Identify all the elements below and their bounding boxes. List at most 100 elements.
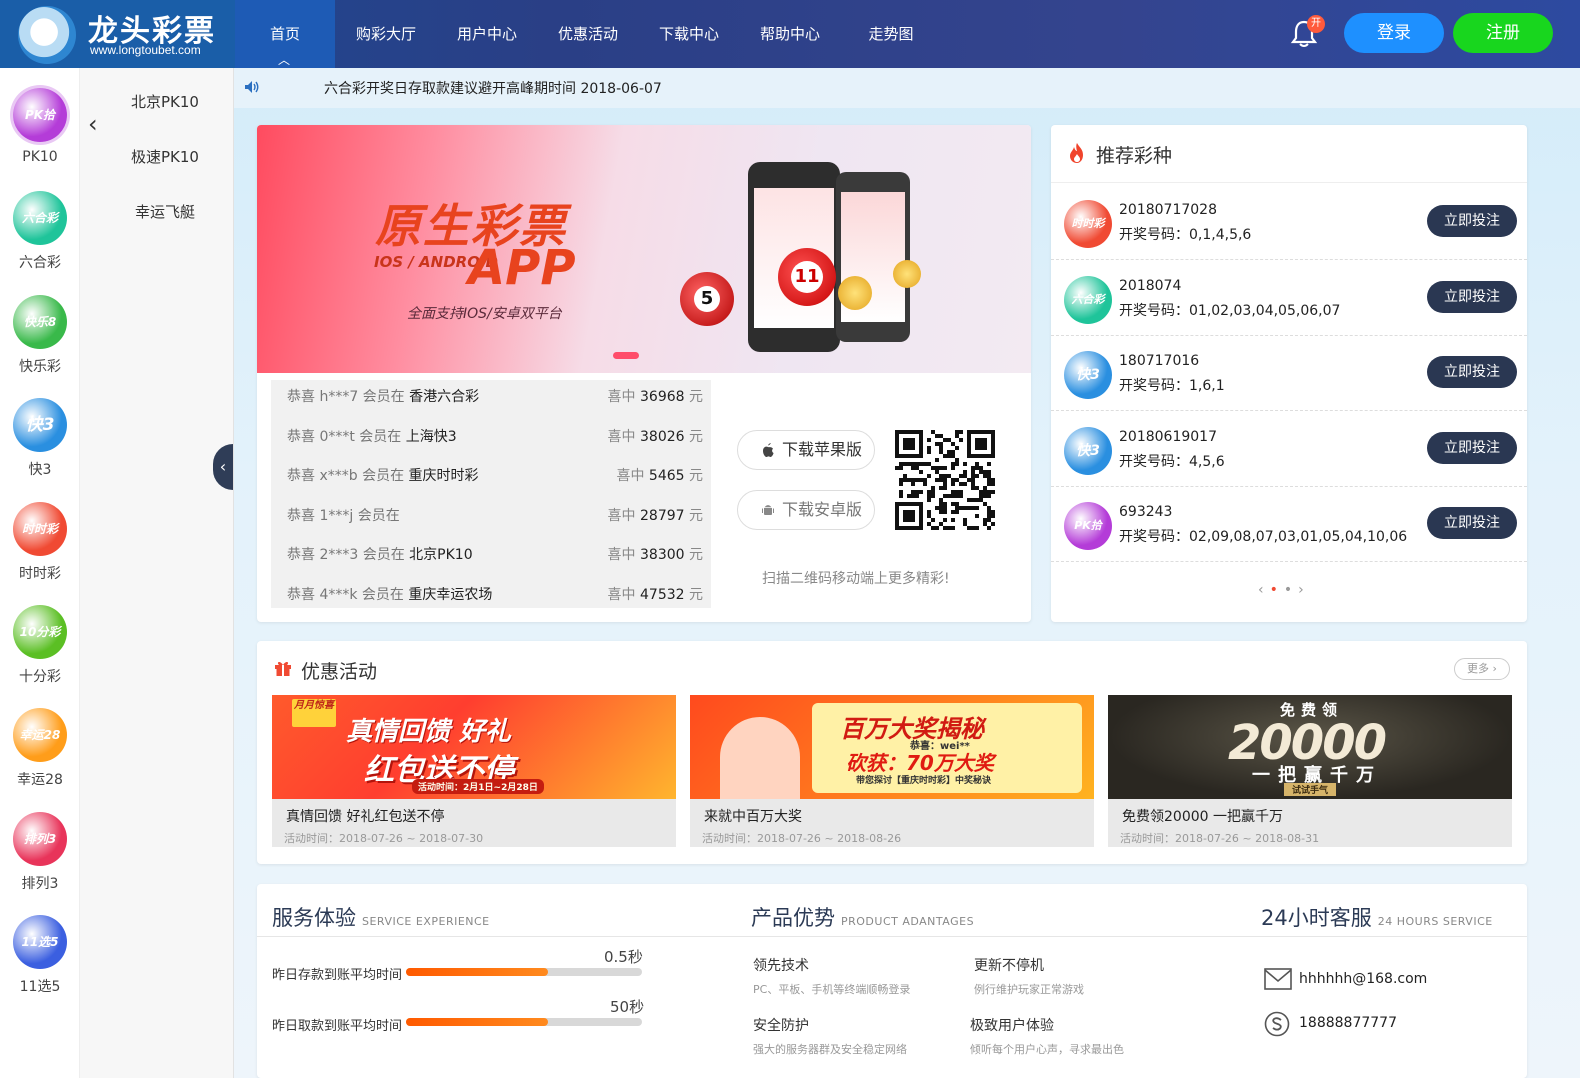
recommend-row: 快3 180717016 开奖号码：1,6,1 立即投注 [1051, 336, 1527, 411]
promo-item[interactable]: 免费领 20000 一把赢千万 试试手气 免费领20000 一把赢千万 活动时间… [1108, 695, 1512, 847]
recommend-numbers-label: 开奖号码： [1119, 529, 1189, 545]
recommend-issue: 2018074 [1119, 277, 1182, 294]
winner-amount-value: 47532 [640, 587, 685, 603]
pager-dot[interactable]: • [1284, 582, 1298, 598]
promo-more-button[interactable]: 更多 › [1454, 658, 1510, 680]
qr-code [895, 430, 995, 530]
download-ios-label: 下载苹果版 [782, 440, 863, 459]
recommend-issue: 20180717028 [1119, 202, 1217, 218]
winner-prefix: 恭喜 0***t 会员在 [287, 428, 402, 445]
lottery-logo-icon: 快3 [1064, 426, 1112, 475]
logo[interactable]: 龙头彩票 www.longtoubet.com [0, 0, 240, 68]
lottery-logo-icon: 六合彩 [1064, 275, 1112, 324]
winner-game: 上海快3 [405, 428, 457, 445]
nav-help[interactable]: 帮助中心 [740, 0, 840, 68]
sidebar-item-label: 十分彩 [19, 669, 61, 685]
recommend-numbers-label: 开奖号码： [1119, 453, 1189, 470]
sidebar-item-lottery[interactable]: 10分彩 十分彩 [0, 591, 80, 694]
divider [257, 936, 1527, 937]
winner-info: 恭喜 x***b 会员在 重庆时时彩 [287, 465, 479, 485]
pager-dot-active[interactable]: • [1270, 582, 1284, 598]
promo-art-small: 活动时间：2月1日~2月28日 [412, 779, 544, 794]
submenu-item-lucky-airship[interactable]: 幸运飞艇 [110, 201, 220, 222]
coin-icon [893, 260, 921, 288]
winner-amount-value: 28797 [640, 507, 685, 524]
winner-amount-unit: 元 [689, 547, 703, 564]
login-button[interactable]: 登录 [1344, 13, 1444, 53]
winner-row: 恭喜 1***j 会员在 喜中 28797 元 [287, 505, 703, 545]
nav-download[interactable]: 下载中心 [639, 0, 739, 68]
promo-name: 真情回馈 好礼红包送不停 [286, 809, 445, 825]
mail-icon [1264, 968, 1292, 990]
winner-amount: 喜中 47532 元 [608, 584, 703, 604]
recommend-numbers-label: 开奖号码： [1119, 227, 1189, 243]
support-phone[interactable]: 18888877777 [1299, 1015, 1397, 1031]
withdraw-time-bar-fill [406, 1018, 548, 1026]
winner-row: 恭喜 h***7 会员在 香港六合彩 喜中 36968 元 [287, 386, 703, 426]
promo-image: 免费领 20000 一把赢千万 试试手气 [1108, 695, 1512, 799]
nav-user-center[interactable]: 用户中心 [437, 0, 537, 68]
sidebar-item-label: 时时彩 [19, 565, 61, 582]
promo-title: 优惠活动 [301, 661, 378, 683]
chevron-right-icon[interactable]: › [1298, 582, 1310, 598]
advantages-title: 产品优势 [751, 906, 835, 930]
winner-prefix: 恭喜 1***j 会员在 [287, 507, 400, 524]
download-android-button[interactable]: 下载安卓版 [737, 490, 875, 530]
sidebar-item-lottery[interactable]: PK拾 PK10 [0, 74, 80, 177]
notice-text[interactable]: 六合彩开奖日存取款建议避开高峰期时间 2018-06-07 [324, 78, 662, 98]
speaker-icon [245, 81, 259, 93]
promo-item[interactable]: 百万大奖揭秘 恭喜：wei** 砍获：70万大奖 带您探讨【重庆时时彩】中奖秘诀… [690, 695, 1094, 847]
promo-date: 活动时间：2018-07-26 ~ 2018-08-31 [1120, 832, 1320, 845]
recommend-numbers-label: 开奖号码： [1119, 378, 1189, 394]
sidebar-item-lottery[interactable]: 排列3 排列3 [0, 798, 80, 901]
sidebar-item-lottery[interactable]: 快3 快3 [0, 384, 80, 487]
nav-promotions[interactable]: 优惠活动 [538, 0, 638, 68]
sidebar-item-lottery[interactable]: 快乐8 快乐彩 [0, 281, 80, 384]
app-banner[interactable] [257, 125, 1031, 373]
download-ios-button[interactable]: 下载苹果版 [737, 430, 875, 470]
support-email[interactable]: hhhhhh@168.com [1299, 971, 1427, 987]
register-button[interactable]: 注册 [1453, 13, 1553, 53]
recommend-numbers-value: 0,1,4,5,6 [1189, 227, 1252, 243]
bet-now-button[interactable]: 立即投注 [1427, 205, 1517, 237]
bet-now-button[interactable]: 立即投注 [1427, 507, 1517, 539]
lottery-logo-icon: 幸运28 [13, 708, 67, 763]
lottery-logo-icon: 快乐8 [13, 294, 67, 349]
carousel-dot-active[interactable] [613, 352, 639, 359]
advantages-heading: 产品优势 PRODUCT ADANTAGES [751, 902, 974, 932]
winner-amount-prefix: 喜中 [607, 389, 636, 405]
sidebar-item-lottery[interactable]: 11选5 11选5 [0, 901, 80, 1004]
bet-now-button[interactable]: 立即投注 [1427, 431, 1517, 464]
promo-name: 来就中百万大奖 [704, 809, 802, 825]
submenu-item-beijing-pk10[interactable]: 北京PK10 [110, 91, 220, 112]
recommend-pager[interactable]: ‹••› [1258, 582, 1310, 598]
logo-emblem [18, 6, 76, 64]
winner-info: 恭喜 2***3 会员在 北京PK10 [287, 544, 473, 564]
recommend-row: PK拾 693243 开奖号码：02,09,08,07,03,01,05,04,10… [1051, 487, 1527, 562]
lottery-logo-icon: 11选5 [13, 915, 67, 970]
submenu-item-fast-pk10[interactable]: 极速PK10 [110, 146, 220, 167]
bet-now-button[interactable]: 立即投注 [1427, 280, 1517, 313]
winner-prefix: 恭喜 h***7 会员在 [287, 389, 405, 405]
android-icon [762, 505, 774, 515]
bet-now-button[interactable]: 立即投注 [1427, 356, 1517, 388]
winner-row: 恭喜 4***k 会员在 重庆幸运农场 喜中 47532 元 [287, 584, 703, 608]
sidebar-item-lottery[interactable]: 六合彩 六合彩 [0, 177, 80, 280]
sidebar-item-lottery[interactable]: 幸运28 幸运28 [0, 694, 80, 797]
sidebar-item-label: 六合彩 [19, 255, 61, 272]
chevron-left-icon[interactable]: ‹ [88, 110, 98, 138]
recommend-numbers: 开奖号码：1,6,1 [1119, 375, 1225, 395]
nav-trend[interactable]: 走势图 [841, 0, 941, 68]
winner-row: 恭喜 2***3 会员在 北京PK10 喜中 38300 元 [287, 544, 703, 584]
promo-item[interactable]: 月月惊喜 真情回馈 好礼 红包送不停 活动时间：2月1日~2月28日 真情回馈 … [272, 695, 676, 847]
chevron-left-icon[interactable]: ‹ [1258, 582, 1270, 598]
winner-amount: 喜中 38026 元 [608, 426, 703, 446]
recommend-title: 推荐彩种 [1096, 145, 1173, 167]
advantage-title: 安全防护 [753, 1018, 809, 1034]
winner-info: 恭喜 h***7 会员在 香港六合彩 [287, 386, 479, 406]
sidebar-item-lottery[interactable]: 时时彩 时时彩 [0, 488, 80, 591]
apple-icon [763, 443, 774, 457]
service-heading: 服务体验 SERVICE EXPERIENCE [272, 902, 490, 932]
nav-lottery-hall[interactable]: 购彩大厅 [336, 0, 436, 68]
support-title: 24小时客服 [1261, 906, 1372, 930]
